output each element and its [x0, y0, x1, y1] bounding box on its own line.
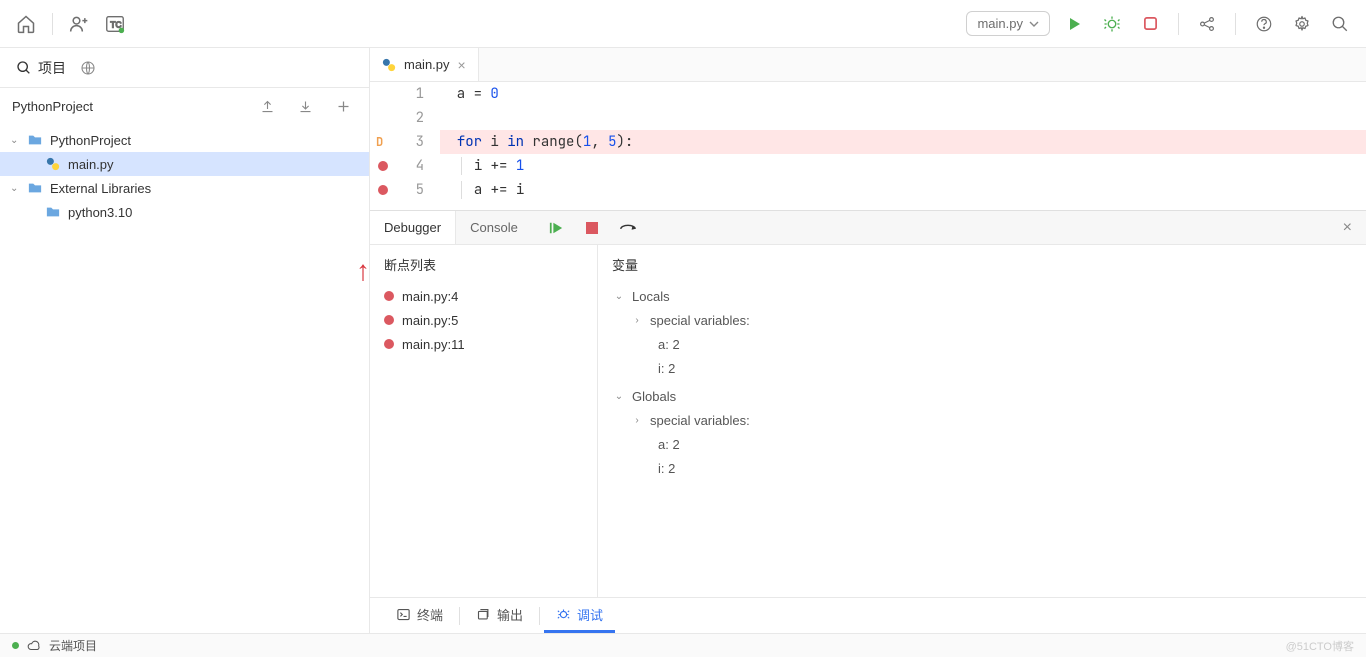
stop-debug-icon[interactable] — [578, 214, 606, 242]
project-tree[interactable]: ⌄PythonProjectmain.py⌄External Libraries… — [0, 124, 369, 633]
project-name: PythonProject — [12, 99, 93, 114]
globe-icon — [80, 60, 96, 76]
close-panel-icon[interactable]: × — [1329, 219, 1366, 237]
run-config-label: main.py — [977, 16, 1023, 31]
sidebar-tab-project[interactable]: 项目 — [16, 58, 66, 78]
status-cloud-label[interactable]: 云端项目 — [49, 637, 97, 654]
bottom-tab-output[interactable]: 输出 — [464, 598, 535, 633]
var-special[interactable]: ›special variables: — [612, 308, 1352, 332]
folder-icon — [46, 205, 60, 219]
resume-icon[interactable] — [542, 214, 570, 242]
var-item[interactable]: a: 2 — [612, 432, 1352, 456]
breakpoint-list-title: 断点列表 — [384, 255, 583, 274]
help-icon[interactable] — [1250, 10, 1278, 38]
breakpoint-item[interactable]: main.py:5 — [384, 308, 583, 332]
breakpoint-item[interactable]: main.py:4 — [384, 284, 583, 308]
var-scope[interactable]: ⌄Globals — [612, 384, 1352, 408]
upload-icon[interactable] — [253, 92, 281, 120]
add-user-icon[interactable] — [65, 10, 93, 38]
project-sidebar: 项目 PythonProject ⌄PythonProjectmain.py⌄E… — [0, 48, 370, 633]
breakpoint-item[interactable]: main.py:11 — [384, 332, 583, 356]
var-item[interactable]: a: 2 — [612, 332, 1352, 356]
variables-panel: ↑ 变量 ⌄Locals›special variables:a: 2i: 2⌄… — [598, 245, 1366, 597]
editor-tab-main[interactable]: main.py × — [370, 48, 479, 81]
search-icon — [16, 60, 32, 76]
terminal-icon — [396, 607, 411, 622]
settings-icon[interactable] — [1288, 10, 1316, 38]
share-icon[interactable] — [1193, 10, 1221, 38]
top-toolbar: TC main.py — [0, 0, 1366, 48]
tree-item[interactable]: python3.10 — [0, 200, 369, 224]
python-file-icon — [46, 157, 60, 171]
debug-tab-console[interactable]: Console — [456, 211, 532, 244]
search-icon[interactable] — [1326, 10, 1354, 38]
var-item[interactable]: i: 2 — [612, 456, 1352, 480]
breakpoint-list: 断点列表 main.py:4main.py:5main.py:11 — [370, 245, 598, 597]
chevron-down-icon — [1029, 19, 1039, 29]
editor-tabs: main.py × — [370, 48, 1366, 82]
home-icon[interactable] — [12, 10, 40, 38]
run-config-selector[interactable]: main.py — [966, 11, 1050, 36]
tree-item[interactable]: ⌄PythonProject — [0, 128, 369, 152]
folder-icon — [28, 181, 42, 195]
code-editor[interactable]: 12D345 a = 0 for i in range(1, 5): i += … — [370, 82, 1366, 210]
tc-icon[interactable]: TC — [101, 10, 129, 38]
output-icon — [476, 607, 491, 622]
cloud-icon — [27, 639, 41, 653]
download-icon[interactable] — [291, 92, 319, 120]
tree-item[interactable]: ⌄External Libraries — [0, 176, 369, 200]
var-scope[interactable]: ⌄Locals — [612, 284, 1352, 308]
bug-icon — [556, 607, 571, 622]
status-bar: 云端项目 @51CTO博客 — [0, 633, 1366, 657]
variables-title: 变量 — [612, 255, 1352, 274]
run-icon[interactable] — [1060, 10, 1088, 38]
var-item[interactable]: i: 2 — [612, 356, 1352, 380]
var-special[interactable]: ›special variables: — [612, 408, 1352, 432]
debug-icon[interactable] — [1098, 10, 1126, 38]
stop-icon[interactable] — [1136, 10, 1164, 38]
watermark: @51CTO博客 — [1286, 638, 1354, 654]
step-over-icon[interactable] — [614, 214, 642, 242]
close-tab-icon[interactable]: × — [458, 57, 466, 73]
bottom-tab-terminal[interactable]: 终端 — [384, 598, 455, 633]
sidebar-tab-web[interactable] — [80, 60, 96, 76]
folder-icon — [28, 133, 42, 147]
debug-tab-debugger[interactable]: Debugger — [370, 211, 456, 244]
debug-panel: Debugger Console × 断点列表 main.py:4main.py… — [370, 210, 1366, 597]
tree-item[interactable]: main.py — [0, 152, 369, 176]
add-icon[interactable] — [329, 92, 357, 120]
project-header: PythonProject — [0, 88, 369, 124]
python-file-icon — [382, 58, 396, 72]
status-dot — [12, 642, 19, 649]
bottom-tabs: 终端 输出 调试 — [370, 597, 1366, 633]
bottom-tab-debug[interactable]: 调试 — [544, 598, 615, 633]
